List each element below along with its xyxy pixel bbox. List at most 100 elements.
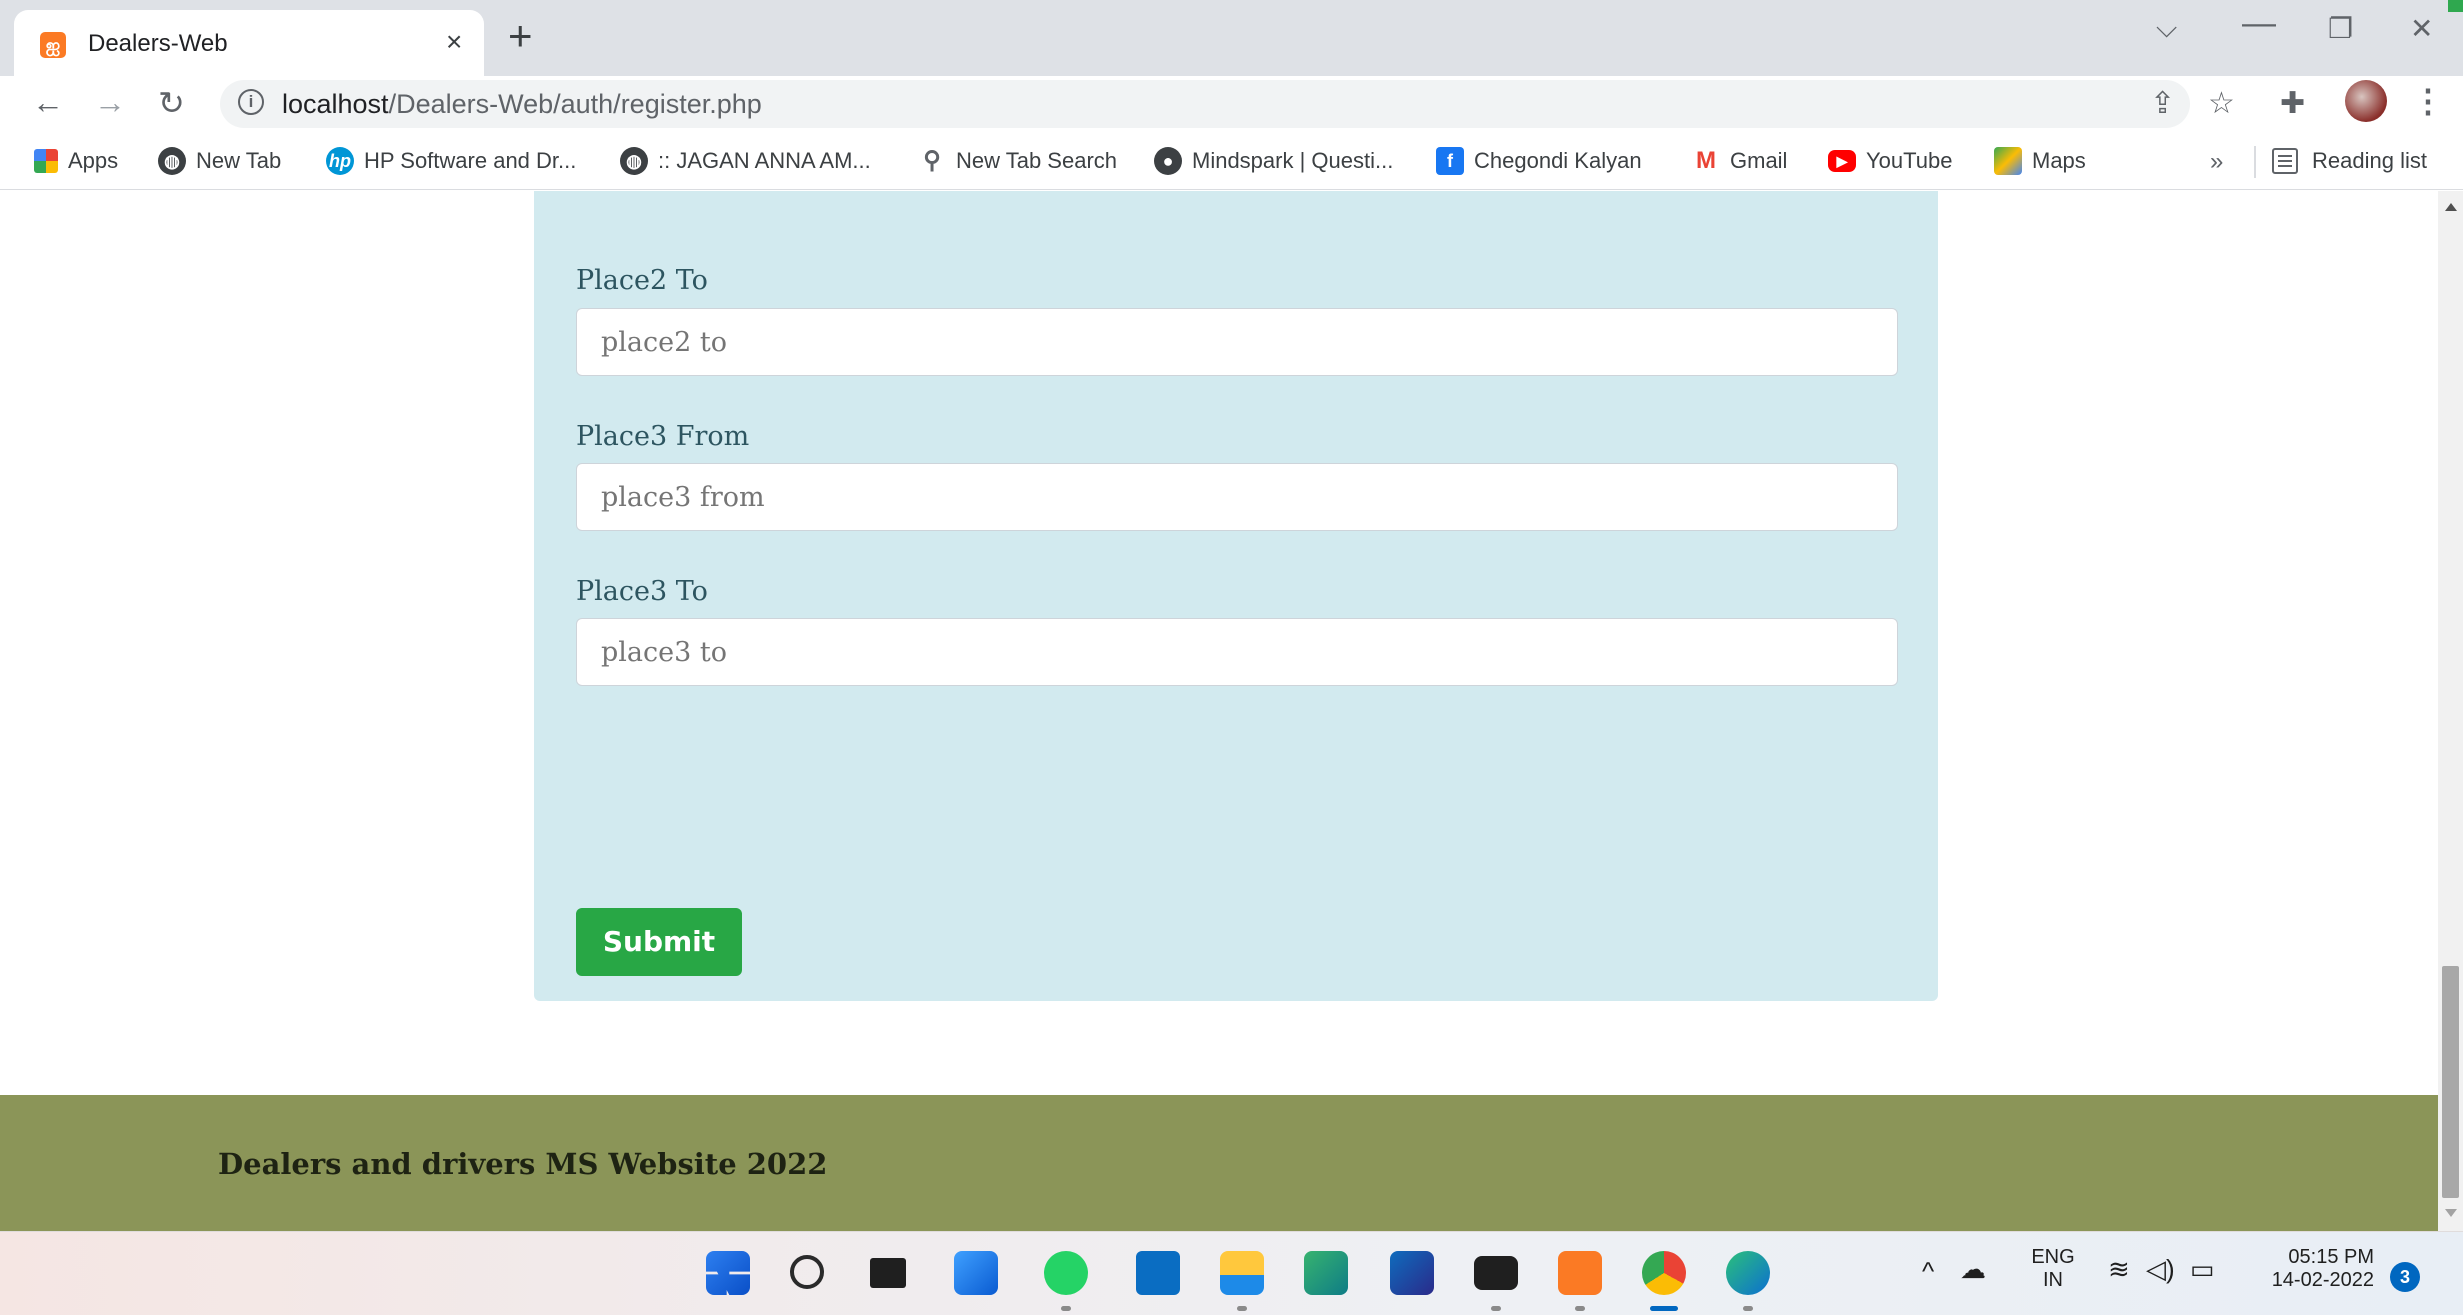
page-scrollbar[interactable] — [2438, 191, 2463, 1231]
share-icon[interactable]: ⇪ — [2150, 86, 2175, 121]
bookmark-mindspark[interactable]: ● Mindspark | Questi... — [1154, 146, 1393, 176]
place3-to-input[interactable] — [576, 618, 1898, 686]
photos-app-icon[interactable] — [1304, 1251, 1348, 1295]
input-language[interactable]: ENG IN — [2022, 1246, 2084, 1292]
more-bookmarks-chevron-icon[interactable]: » — [2210, 148, 2223, 176]
facebook-icon: f — [1436, 147, 1464, 175]
region-code: IN — [2043, 1269, 2063, 1291]
show-hidden-icons-chevron-icon[interactable]: ^ — [1922, 1256, 1934, 1287]
search-icon: ⚲ — [923, 147, 941, 174]
reading-list-icon — [2272, 148, 2298, 174]
bookmarks-bar: Apps ◍ New Tab hp HP Software and Dr... … — [0, 134, 2463, 190]
maps-icon — [1994, 147, 2022, 175]
volume-icon[interactable]: ◁) — [2146, 1254, 2175, 1285]
page-footer: Dealers and drivers MS Website 2022 — [0, 1095, 2438, 1231]
address-bar[interactable]: i localhost/Dealers-Web/auth/register.ph… — [220, 80, 2190, 128]
bookmark-label: Chegondi Kalyan — [1474, 148, 1642, 173]
microsoft-store-icon[interactable] — [1390, 1251, 1434, 1295]
reading-list-button[interactable]: Reading list — [2272, 146, 2427, 176]
chrome-icon[interactable] — [1642, 1251, 1686, 1295]
chrome-menu-icon[interactable]: ⋮ — [2412, 82, 2444, 120]
running-indicator — [1061, 1306, 1071, 1311]
clock-time: 05:15 PM — [2288, 1246, 2374, 1268]
onedrive-cloud-icon[interactable]: ☁ — [1960, 1254, 1986, 1285]
notification-count-badge[interactable]: 3 — [2390, 1262, 2420, 1292]
place3-to-label: Place3 To — [576, 576, 708, 607]
bookmark-separator — [2254, 146, 2256, 178]
footer-copyright: Dealers and drivers MS Website 2022 — [218, 1147, 828, 1181]
url-host: localhost — [282, 89, 389, 119]
extensions-puzzle-icon[interactable]: ✚ — [2280, 86, 2305, 121]
bookmark-jagan-anna[interactable]: ◍ :: JAGAN ANNA AM... — [620, 146, 871, 176]
apps-grid-icon — [34, 149, 58, 173]
bookmark-hp-software[interactable]: hp HP Software and Dr... — [326, 146, 576, 176]
browser-toolbar: ← → ↻ i localhost/Dealers-Web/auth/regis… — [0, 76, 2463, 134]
bookmark-apps[interactable]: Apps — [34, 146, 118, 176]
register-form: Place2 To Place3 From Place3 To Submit — [534, 191, 1938, 1001]
submit-button[interactable]: Submit — [576, 908, 742, 976]
search-icon[interactable] — [790, 1255, 824, 1289]
site-info-icon[interactable]: i — [238, 89, 264, 115]
bookmark-new-tab[interactable]: ◍ New Tab — [158, 146, 281, 176]
place3-from-label: Place3 From — [576, 421, 750, 452]
bookmark-new-tab-search[interactable]: ⚲ New Tab Search — [918, 146, 1117, 176]
scroll-down-arrow-icon[interactable] — [2445, 1209, 2457, 1217]
bookmark-label: New Tab — [196, 148, 282, 173]
gmail-icon: M — [1696, 147, 1716, 174]
bookmark-chegondi-kalyan[interactable]: f Chegondi Kalyan — [1436, 146, 1642, 176]
bookmark-label: Mindspark | Questi... — [1192, 148, 1394, 173]
url-path: /Dealers-Web/auth/register.php — [388, 89, 762, 119]
bookmark-label: Maps — [2032, 148, 2086, 173]
forward-arrow-icon[interactable]: → — [94, 84, 126, 121]
bookmark-gmail[interactable]: M Gmail — [1692, 146, 1787, 176]
bookmark-maps[interactable]: Maps — [1994, 146, 2086, 176]
restore-icon[interactable]: ❐ — [2328, 12, 2353, 45]
running-indicator — [1491, 1306, 1501, 1311]
reload-icon[interactable]: ↻ — [158, 84, 185, 122]
bookmark-star-icon[interactable]: ☆ — [2208, 86, 2235, 121]
new-tab-button[interactable]: + — [508, 12, 533, 60]
tab-close-icon[interactable]: × — [446, 26, 462, 58]
hp-logo-icon: hp — [326, 147, 354, 175]
file-explorer-icon[interactable] — [1220, 1251, 1264, 1295]
clock-date: 14-02-2022 — [2271, 1269, 2374, 1291]
xampp-favicon-icon: ஐ — [40, 32, 66, 58]
bookmark-label: YouTube — [1866, 148, 1953, 173]
xampp-icon[interactable] — [1558, 1251, 1602, 1295]
edge-icon[interactable] — [1726, 1251, 1770, 1295]
active-app-indicator — [1650, 1306, 1678, 1311]
windows-taskbar: ^ ☁ ENG IN ≋ ◁) ▭ 05:15 PM 14-02-2022 3 — [0, 1231, 2463, 1315]
start-windows-icon[interactable] — [706, 1251, 750, 1295]
whatsapp-icon[interactable] — [1044, 1251, 1088, 1295]
back-arrow-icon[interactable]: ← — [32, 84, 64, 121]
dell-app-icon[interactable] — [1136, 1251, 1180, 1295]
corner-decoration — [2448, 0, 2463, 12]
wifi-icon[interactable]: ≋ — [2108, 1254, 2130, 1285]
profile-avatar[interactable] — [2345, 80, 2387, 122]
bookmark-label: Gmail — [1730, 148, 1788, 173]
terminal-icon[interactable] — [1474, 1256, 1518, 1290]
tab-title: Dealers-Web — [88, 30, 228, 57]
bookmark-youtube[interactable]: ▶ YouTube — [1828, 146, 1952, 176]
place2-to-label: Place2 To — [576, 265, 708, 296]
running-indicator — [1743, 1306, 1753, 1311]
browser-tab-active[interactable]: ஐ Dealers-Web × — [14, 10, 484, 76]
widgets-icon[interactable] — [954, 1251, 998, 1295]
running-indicator — [1575, 1306, 1585, 1311]
place3-from-input[interactable] — [576, 463, 1898, 531]
tab-search-chevron-icon[interactable]: ⌵ — [2156, 12, 2177, 45]
running-indicator — [1237, 1306, 1247, 1311]
battery-icon[interactable]: ▭ — [2190, 1254, 2215, 1285]
minimize-icon[interactable]: — — [2242, 4, 2276, 43]
close-window-icon[interactable]: ✕ — [2410, 12, 2433, 45]
mindspark-icon: ● — [1154, 147, 1182, 175]
task-view-icon[interactable] — [870, 1258, 906, 1288]
browser-tab-strip: ஐ Dealers-Web × + ⌵ — ❐ ✕ — [0, 0, 2463, 76]
url-text: localhost/Dealers-Web/auth/register.php — [282, 89, 762, 120]
language-code: ENG — [2031, 1246, 2075, 1268]
scroll-up-arrow-icon[interactable] — [2445, 203, 2457, 211]
scrollbar-thumb[interactable] — [2442, 966, 2459, 1198]
clock[interactable]: 05:15 PM 14-02-2022 — [2244, 1246, 2374, 1292]
place2-to-input[interactable] — [576, 308, 1898, 376]
youtube-icon: ▶ — [1828, 150, 1856, 172]
